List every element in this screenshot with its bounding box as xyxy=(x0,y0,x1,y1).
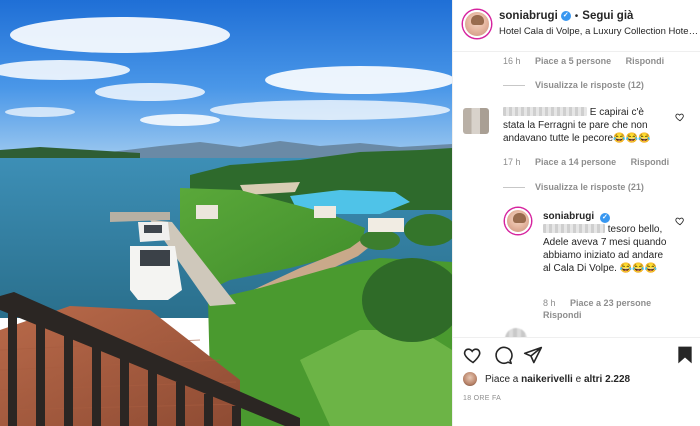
author-info: soniabrugi ✓ • Segui già Hotel Cala di V… xyxy=(499,10,699,51)
following-button[interactable]: Segui già xyxy=(582,10,633,22)
reply-body: soniabrugi ✓ tesoro bello, Adele aveva 7… xyxy=(543,210,667,275)
reply-button[interactable]: Rispondi xyxy=(543,310,582,320)
comment-time: 16 h xyxy=(503,56,521,66)
replies-divider-line xyxy=(503,186,525,188)
view-replies-label: Visualizza le risposte (21) xyxy=(535,182,644,192)
likes-summary: Piace a naikerivelli e altri 2.228 xyxy=(463,372,630,386)
comments-list[interactable]: 16 h Piace a 5 persone Rispondi Visualiz… xyxy=(453,52,700,337)
comment-like-icon[interactable] xyxy=(675,112,685,122)
comment-bubble-icon[interactable] xyxy=(493,345,513,365)
view-replies-label: Visualizza le risposte (12) xyxy=(535,80,644,90)
post-side-panel: soniabrugi ✓ • Segui già Hotel Cala di V… xyxy=(452,0,700,426)
likes-prefix: Piace a xyxy=(485,373,519,385)
post-photo[interactable] xyxy=(0,0,452,426)
post-timestamp[interactable]: 18 ORE FA xyxy=(463,395,501,402)
reply-1-meta: 8 h Piace a 23 persone xyxy=(543,298,663,308)
author-line: soniabrugi ✓ • Segui già xyxy=(499,10,693,22)
verified-badge-icon: ✓ xyxy=(599,213,610,223)
replies-divider-line xyxy=(503,84,525,86)
liker-avatar[interactable] xyxy=(463,372,477,386)
comment-body: E capirai c'è stata la Ferragni te pare … xyxy=(503,106,663,145)
comment-likes-link[interactable]: Piace a 5 persone xyxy=(535,56,611,66)
redacted-mention xyxy=(543,224,605,233)
view-replies-button[interactable]: Visualizza le risposte (21) xyxy=(503,182,644,192)
comment-1-meta: 17 h Piace a 14 persone Rispondi xyxy=(503,157,681,167)
reply-button[interactable]: Rispondi xyxy=(631,157,670,167)
likes-others-link[interactable]: altri 2.228 xyxy=(584,374,630,385)
verified-badge-icon: ✓ xyxy=(560,11,571,21)
author-username[interactable]: soniabrugi xyxy=(499,10,558,22)
reply-time: 8 h xyxy=(543,298,556,308)
commenter-avatar[interactable] xyxy=(463,108,489,134)
resort-landscape-image xyxy=(0,0,452,426)
redacted-username xyxy=(503,107,587,116)
reply-button[interactable]: Rispondi xyxy=(626,56,665,66)
paper-plane-icon[interactable] xyxy=(523,345,543,365)
post-footer: Piace a naikerivelli e altri 2.228 18 OR… xyxy=(453,337,700,426)
comment-meta-top: 16 h Piace a 5 persone Rispondi xyxy=(503,56,676,66)
post-header: soniabrugi ✓ • Segui già Hotel Cala di V… xyxy=(453,0,700,52)
view-replies-button[interactable]: Visualizza le risposte (12) xyxy=(503,80,644,90)
reply-likes-link[interactable]: Piace a 23 persone xyxy=(570,298,651,308)
reply-author-avatar[interactable] xyxy=(505,208,531,234)
location-link[interactable]: Hotel Cala di Volpe, a Luxury Collection… xyxy=(499,26,699,37)
reply-1-actions: Rispondi xyxy=(543,310,594,320)
liker-username[interactable]: naikerivelli xyxy=(521,374,573,385)
likes-conjunction: e xyxy=(575,373,582,385)
separator-dot: • xyxy=(574,10,579,22)
bookmark-filled-icon[interactable] xyxy=(675,345,695,365)
heart-outline-icon[interactable] xyxy=(463,345,483,365)
reply-username[interactable]: soniabrugi xyxy=(543,211,594,222)
next-commenter-avatar[interactable] xyxy=(505,328,527,337)
post-dialog: soniabrugi ✓ • Segui già Hotel Cala di V… xyxy=(0,0,700,426)
comment-time: 17 h xyxy=(503,157,521,167)
comment-likes-link[interactable]: Piace a 14 persone xyxy=(535,157,616,167)
reply-like-icon[interactable] xyxy=(675,216,685,226)
action-bar xyxy=(463,345,693,367)
author-avatar[interactable] xyxy=(463,10,491,38)
